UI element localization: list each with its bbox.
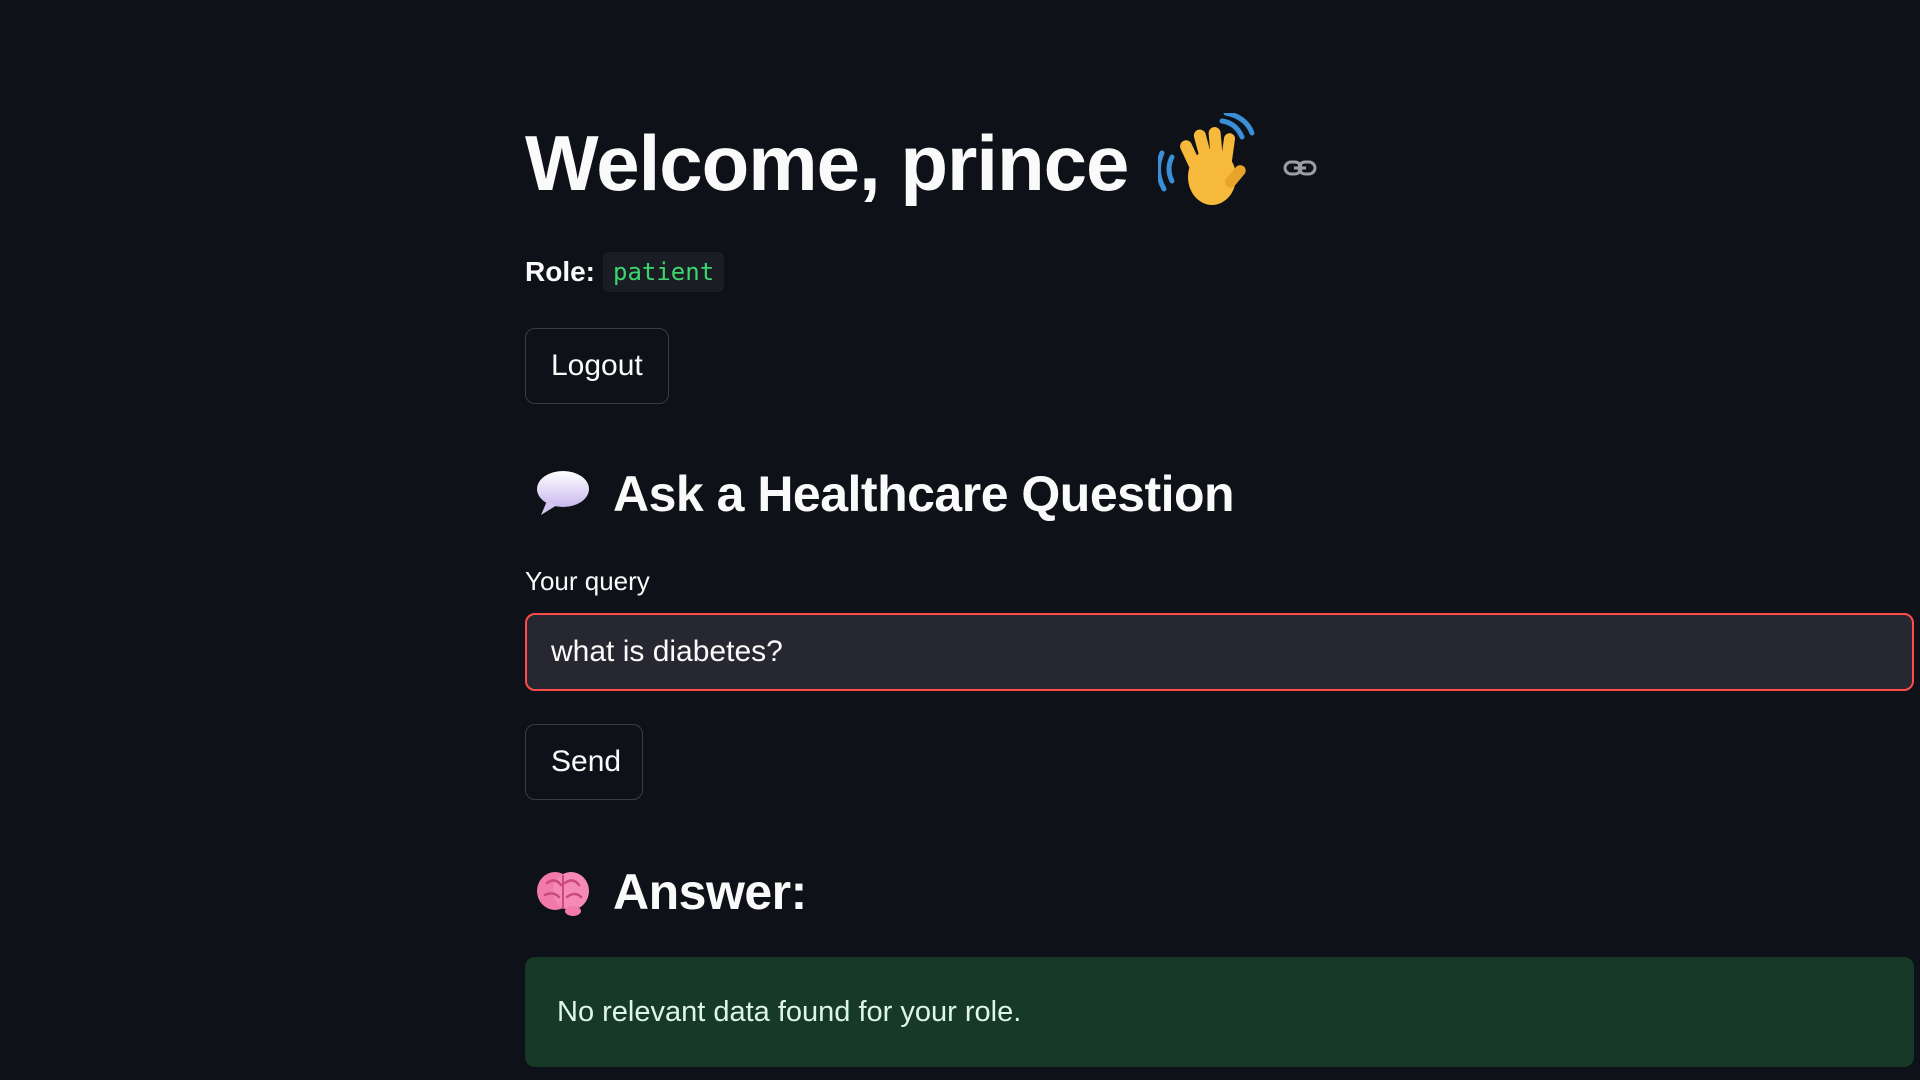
page-title: Welcome, prince [525,119,1129,207]
answer-header: Answer: [533,860,807,924]
ask-question-header: Ask a Healthcare Question [533,462,1235,526]
answer-message-box: No relevant data found for your role. [525,957,1914,1067]
speech-bubble-icon [533,465,591,523]
role-row: Role: patient [525,250,725,294]
query-input[interactable] [525,613,1914,691]
role-value: patient [603,252,725,292]
ask-question-heading: Ask a Healthcare Question [613,466,1235,522]
brain-icon [533,863,591,921]
waving-hand-icon [1156,110,1258,213]
main-content: Welcome, prince Role: patient Logout Ask… [525,0,1920,1080]
send-button[interactable]: Send [525,724,643,800]
logout-button[interactable]: Logout [525,328,669,404]
answer-message: No relevant data found for your role. [557,995,1022,1028]
link-icon[interactable] [1282,150,1318,186]
query-label: Your query [525,566,650,596]
role-label: Role: [525,256,595,287]
title-row: Welcome, prince [525,108,1318,218]
answer-heading: Answer: [613,864,807,920]
